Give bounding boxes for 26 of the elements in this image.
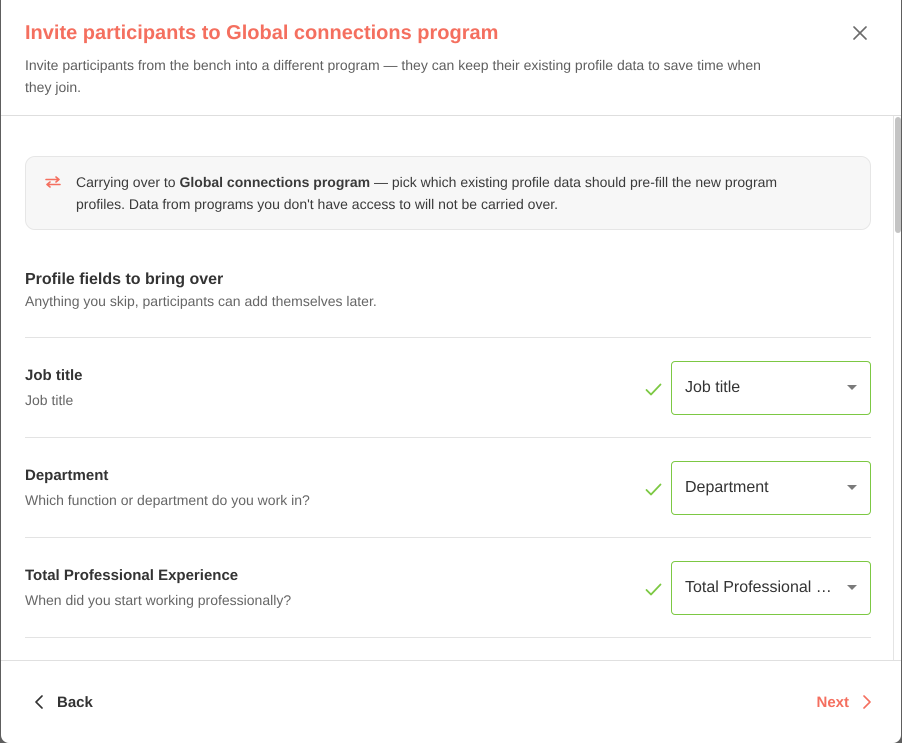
notice-text: Carrying over to Global connections program — pick which existing profile data should pre-fill the new program profiles. Data from programs you don't have access to will not be carried over. [76,173,778,214]
chevron-left-icon [35,695,43,709]
field-description: Job title [25,390,74,410]
field-label: Total Professional Experience [25,566,240,586]
check-icon [645,482,662,496]
select-field[interactable]: Department [671,460,871,514]
field-description: Which function or department do you work in? [25,490,311,510]
close-icon [853,26,867,40]
select-field[interactable]: Total Professional … [671,560,871,614]
field-label: Job title [25,366,84,386]
swap-arrows-icon [45,176,61,188]
dialog-subtitle: Invite participants from the bench into a different program — they can keep their existing profile data to save time when they join. [25,56,762,97]
back-button[interactable]: Back [31,690,97,714]
caret-icon [847,385,857,390]
dialog-title: Invite participants to Global connections program [25,21,498,46]
caret-icon [847,585,857,590]
field-description: When did you start working professionally? [25,590,292,610]
section-title: Profile fields to bring over [25,270,224,290]
caret-icon [847,485,857,490]
select-field[interactable]: Job title [671,360,871,414]
check-icon [645,382,662,396]
chevron-right-icon [863,695,871,709]
check-icon [645,582,662,596]
scrollbar-thumb[interactable] [895,117,901,233]
field-label: Department [25,466,110,486]
section-subtitle: Anything you skip, participants can add themselves later. [25,292,378,311]
